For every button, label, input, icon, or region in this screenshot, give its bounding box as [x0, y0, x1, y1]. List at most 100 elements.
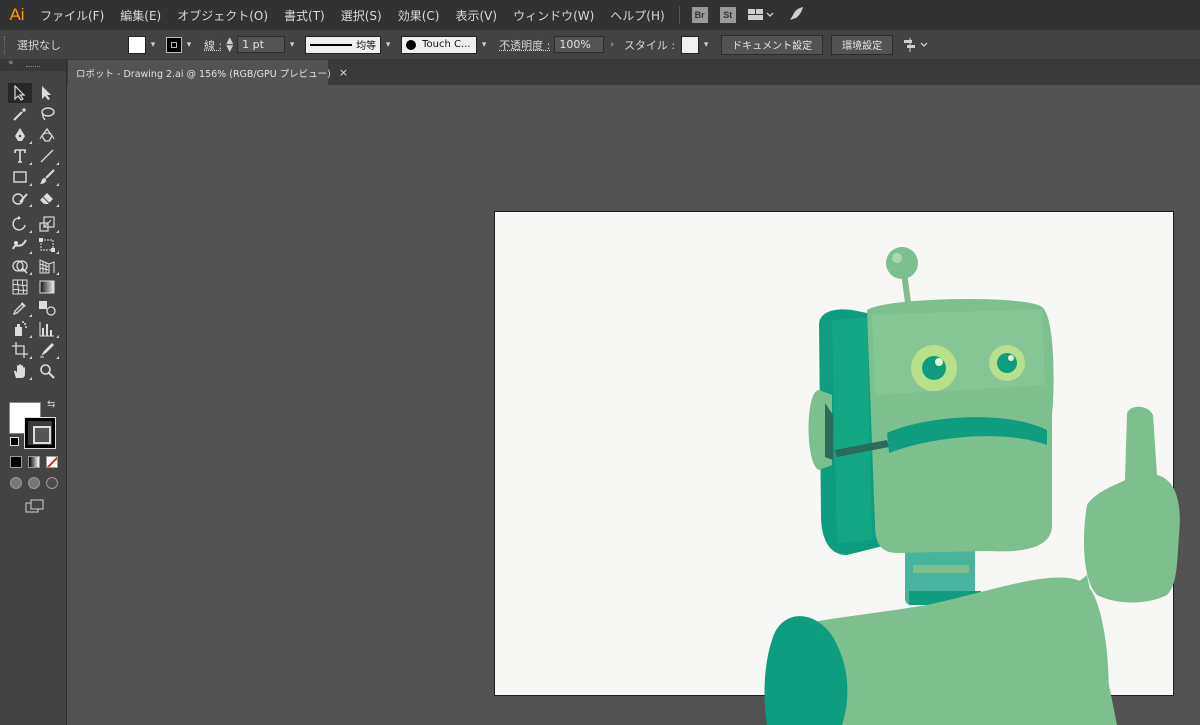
mesh-tool-icon[interactable] — [8, 277, 32, 297]
panel-grip[interactable] — [26, 66, 40, 69]
selection-status: 選択なし — [17, 38, 61, 52]
stroke-dropdown-icon[interactable]: ▾ — [182, 40, 196, 50]
blend-tool-icon[interactable] — [35, 298, 59, 318]
color-icon[interactable] — [10, 456, 22, 468]
app-logo: Ai — [9, 5, 25, 24]
puppet-warp-tool-icon[interactable] — [8, 235, 32, 255]
stroke-color-box[interactable] — [24, 417, 56, 449]
menu-view[interactable]: 表示(V) — [447, 7, 505, 24]
panel-grip[interactable] — [4, 35, 9, 54]
stroke-weight-dropdown-icon[interactable]: ▾ — [285, 40, 299, 50]
hand-tool-icon[interactable] — [8, 361, 32, 381]
preferences-button[interactable]: 環境設定 — [831, 34, 894, 55]
shape-builder-tool-icon[interactable] — [8, 256, 32, 276]
opacity-field[interactable]: 100% — [554, 36, 605, 53]
eraser-tool-icon[interactable] — [35, 188, 59, 208]
close-tab-button[interactable]: × — [339, 66, 348, 79]
fill-stroke-controls: ⇆ — [8, 399, 58, 451]
paintbrush-tool-icon[interactable] — [35, 167, 59, 187]
tools-panel: « ⇆ — [0, 58, 67, 725]
symbol-sprayer-tool-icon[interactable] — [8, 319, 32, 339]
column-graph-tool-icon[interactable] — [35, 319, 59, 339]
gradient-icon[interactable] — [28, 456, 40, 468]
draw-inside-icon[interactable] — [46, 477, 58, 489]
menu-object[interactable]: オブジェクト(O) — [169, 7, 276, 24]
gradient-tool-icon[interactable] — [35, 277, 59, 297]
robot-hand-thumb-up — [1084, 406, 1180, 603]
brush-dropdown-icon[interactable]: ▾ — [477, 40, 491, 50]
direct-selection-tool-icon[interactable] — [35, 83, 59, 103]
opacity-label[interactable]: 不透明度 : — [499, 37, 550, 53]
robot-neck-ring — [913, 565, 969, 573]
stroke-profile-label: 均等 — [356, 41, 377, 52]
perspective-grid-tool-icon[interactable] — [35, 256, 59, 276]
graphic-style-swatch[interactable] — [681, 35, 700, 54]
default-fill-stroke-icon[interactable] — [10, 437, 19, 446]
menu-bar: Ai ファイル(F) 編集(E) オブジェクト(O) 書式(T) 選択(S) 効… — [0, 0, 1200, 30]
variable-width-profile[interactable]: 均等 — [305, 35, 382, 54]
zoom-tool-icon[interactable] — [35, 361, 59, 381]
tool-separator — [8, 209, 62, 213]
swap-fill-stroke-icon[interactable]: ⇆ — [47, 399, 55, 410]
screen-mode-icon[interactable] — [25, 499, 45, 516]
style-dropdown-icon[interactable]: ▾ — [699, 40, 713, 50]
artboard-tool-icon[interactable] — [8, 340, 32, 360]
robot-antenna-highlight — [892, 253, 902, 263]
robot-head-side-highlight — [832, 317, 872, 543]
tools-panel-header[interactable]: « — [0, 58, 66, 71]
robot-pupil-left — [922, 356, 946, 380]
stroke-swatch[interactable] — [166, 36, 182, 53]
type-tool-icon[interactable] — [8, 146, 32, 166]
arrange-documents-icon[interactable] — [903, 37, 929, 52]
robot-antenna-ball — [886, 247, 918, 279]
collapse-icon[interactable]: « — [8, 58, 14, 68]
magic-wand-tool-icon[interactable] — [8, 104, 32, 124]
menu-window[interactable]: ウィンドウ(W) — [505, 7, 602, 24]
robot-illustration[interactable] — [67, 85, 1200, 725]
robot-eye-left-highlight — [935, 358, 943, 366]
pen-tool-icon[interactable] — [8, 125, 32, 145]
brush-dot-icon — [406, 39, 417, 50]
robot-eye-right-highlight — [1008, 355, 1014, 361]
menu-divider — [678, 6, 680, 24]
opacity-arrow-icon[interactable]: › — [610, 40, 614, 50]
robot-pupil-right — [997, 353, 1017, 373]
stroke-weight-stepper-icon[interactable]: ▲ ▼ — [226, 36, 233, 53]
workspace-layout-icon[interactable] — [747, 8, 774, 22]
menu-type[interactable]: 書式(T) — [276, 7, 333, 24]
drawing-mode-row — [10, 477, 58, 489]
selection-tool-icon[interactable] — [8, 83, 32, 103]
fill-swatch[interactable] — [128, 35, 146, 54]
slice-tool-icon[interactable] — [35, 340, 59, 360]
bridge-button[interactable]: Br — [691, 7, 708, 23]
stroke-weight-field[interactable]: 1 pt — [237, 36, 286, 53]
menu-select[interactable]: 選択(S) — [333, 7, 390, 24]
rotate-tool-icon[interactable] — [8, 214, 32, 234]
draw-normal-icon[interactable] — [10, 477, 22, 489]
shaper-tool-icon[interactable] — [8, 188, 32, 208]
menu-edit[interactable]: 編集(E) — [112, 7, 169, 24]
document-tab-bar: ロボット - Drawing 2.ai @ 156% (RGB/GPU プレビュ… — [67, 59, 1200, 85]
document-tab[interactable]: ロボット - Drawing 2.ai @ 156% (RGB/GPU プレビュ… — [68, 60, 348, 85]
stroke-label[interactable]: 線 : — [204, 37, 222, 53]
curvature-tool-icon[interactable] — [35, 125, 59, 145]
fill-dropdown-icon[interactable]: ▾ — [146, 40, 160, 50]
tool-grid — [8, 83, 62, 381]
menu-effect[interactable]: 効果(C) — [390, 7, 448, 24]
line-segment-tool-icon[interactable] — [35, 146, 59, 166]
canvas-area[interactable] — [67, 85, 1200, 725]
free-transform-tool-icon[interactable] — [35, 235, 59, 255]
document-settings-button[interactable]: ドキュメント設定 — [721, 34, 824, 55]
lasso-tool-icon[interactable] — [35, 104, 59, 124]
gpu-performance-icon[interactable] — [788, 6, 804, 25]
scale-tool-icon[interactable] — [35, 214, 59, 234]
brush-definition[interactable]: Touch C... — [401, 35, 478, 54]
stroke-profile-dropdown-icon[interactable]: ▾ — [381, 40, 395, 50]
none-icon[interactable] — [46, 456, 58, 468]
eyedropper-tool-icon[interactable] — [8, 298, 32, 318]
draw-behind-icon[interactable] — [28, 477, 40, 489]
stock-button[interactable]: St — [719, 7, 736, 23]
menu-file[interactable]: ファイル(F) — [32, 7, 112, 24]
rectangle-tool-icon[interactable] — [8, 167, 32, 187]
menu-help[interactable]: ヘルプ(H) — [602, 7, 672, 24]
